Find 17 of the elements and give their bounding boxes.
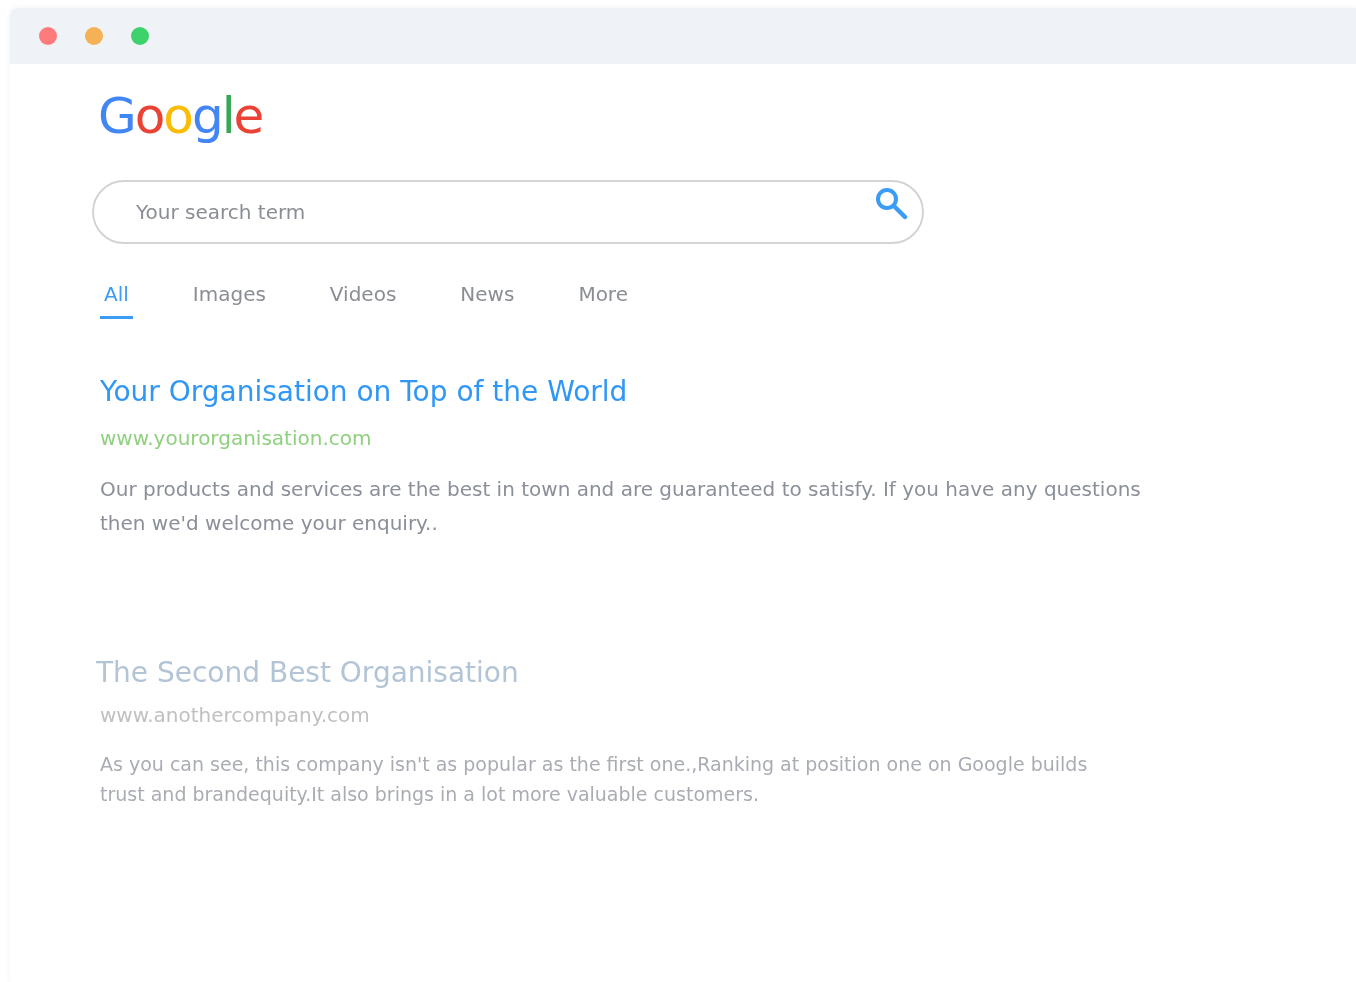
tab[interactable]: More xyxy=(574,282,632,319)
result-title-link[interactable]: Your Organisation on Top of the World xyxy=(100,375,628,408)
tab[interactable]: Videos xyxy=(325,282,401,319)
window-control-icon[interactable] xyxy=(131,27,149,45)
tab[interactable]: Images xyxy=(188,282,270,319)
tab[interactable]: News xyxy=(456,282,519,319)
tab[interactable]: All xyxy=(100,282,133,319)
window-control-icon[interactable] xyxy=(85,27,103,45)
search-icon[interactable] xyxy=(874,186,908,220)
result-url: www.anothercompany.com xyxy=(100,703,371,727)
result-title-link[interactable]: The Second Best Organisation xyxy=(96,656,519,689)
search-field[interactable]: Your search term xyxy=(92,180,924,244)
result-url: www.yourorganisation.com xyxy=(100,426,373,450)
logo: Google xyxy=(98,86,263,146)
result-description: Our products and services are the best in town and are guaranteed to satisfy. If you have any questions then we'd welcome your enquiry.. xyxy=(100,476,1142,537)
window-control-icon[interactable] xyxy=(39,27,57,45)
result-description: As you can see, this company isn't as popular as the first one.,Ranking at position one on Google builds trust and brandequity.It also brings in a lot more valuable customers. xyxy=(100,752,1089,807)
